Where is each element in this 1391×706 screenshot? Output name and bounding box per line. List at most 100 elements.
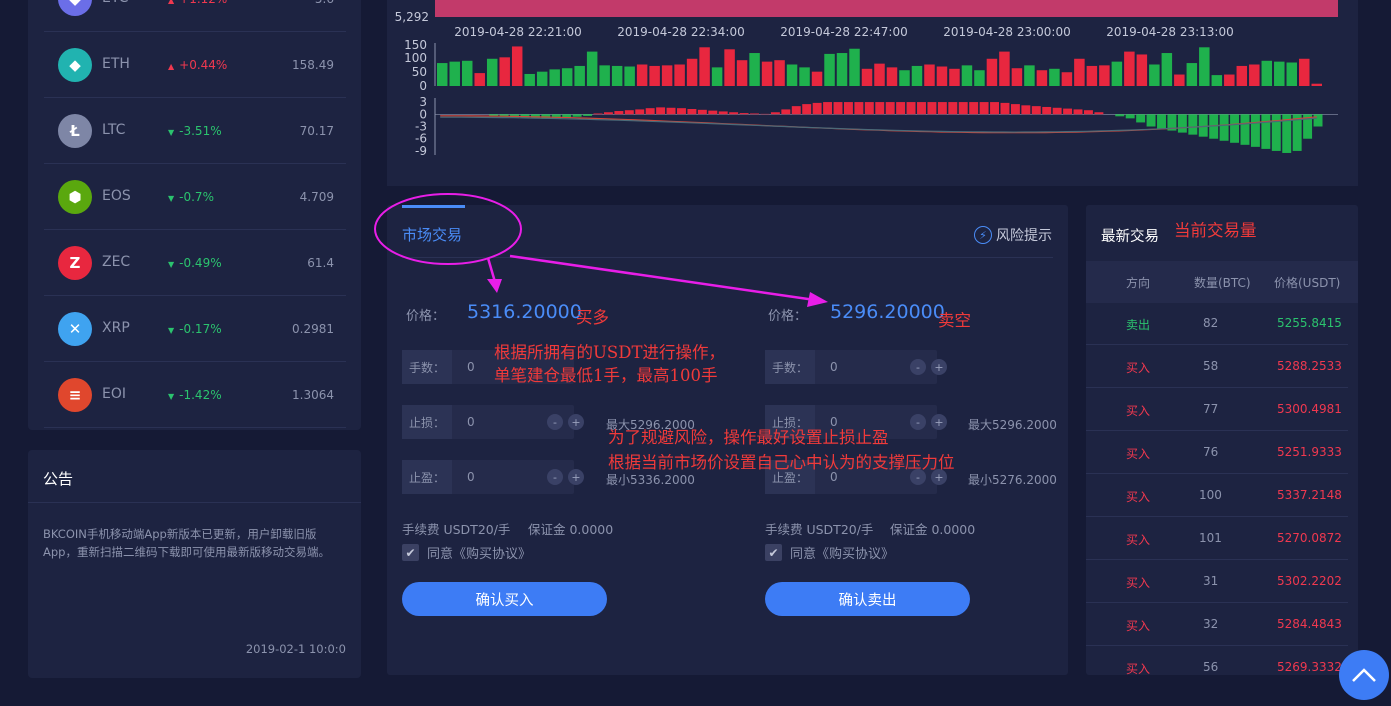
macd-histogram-bar [1146,114,1156,127]
buy-take-profit-input[interactable]: 0 [467,470,475,484]
kline-chart-panel[interactable]: 5,292 2019-04-28 22:21:00 2019-04-28 22:34… [387,0,1358,186]
sell-margin: 保证金 0.0000 [890,522,976,537]
tab-market-trade[interactable]: 市场交易 [402,224,462,245]
coin-name: ZEC [102,254,131,270]
volume-bar [586,51,598,86]
coin-row-ltc[interactable]: Ł LTC ▼ -3.51% 70.17 [44,98,346,164]
trade-direction: 买入 [1126,490,1151,504]
macd-histogram-bar [969,102,979,115]
volume-bar [1011,68,1023,86]
sell-stop-loss-hint: 最大5296.2000 [968,418,1057,432]
plus-button[interactable]: + [931,414,947,430]
macd-histogram-bar [614,111,624,115]
coin-price: 61.4 [307,256,334,270]
trade-row: 买入 101 5270.0872 [1086,517,1348,560]
macd-histogram-bar [927,102,937,115]
buy-stop-loss-input[interactable]: 0 [467,415,475,429]
plus-button[interactable]: + [931,359,947,375]
coin-price: 158.49 [292,58,334,72]
volume-bar [1061,72,1073,86]
trade-row: 买入 56 5269.3332 [1086,646,1348,675]
confirm-sell-button[interactable]: 确认卖出 [765,582,970,616]
eoi-icon: ≡ [58,378,92,412]
take-profit-label: 止盈： [402,460,452,494]
coin-row-xrp[interactable]: ✕ XRP ▼ -0.17% 0.2981 [44,296,346,362]
macd-histogram-bar [1219,114,1229,141]
minus-button[interactable]: - [547,414,563,430]
macd-histogram-bar [624,110,634,115]
chart-canvas[interactable]: 5,292 2019-04-28 22:21:00 2019-04-28 22:34… [387,0,1358,186]
sell-agree[interactable]: ✔ 同意《购买协议》 [765,543,894,562]
triangle-down-icon: ▼ [168,194,175,203]
macd-histogram-bar [677,108,686,115]
coin-row-etc[interactable]: ◆ ETC ▲ +1.12% 5.6 [44,0,346,32]
buy-agree[interactable]: ✔ 同意《购买协议》 [402,543,531,562]
triangle-down-icon: ▼ [168,326,175,335]
tab-underline [402,205,465,208]
notice-text[interactable]: BKCOIN手机移动端App新版本已更新，用户卸载旧版App，重新扫描二维码下载… [43,525,348,561]
macd-histogram-bar [948,102,958,115]
triangle-up-icon: ▲ [168,0,175,5]
volume-bar [1311,83,1322,86]
macd-histogram-bar [1157,114,1166,129]
volume-bar [1224,74,1235,86]
time-axis-label: 2019-04-28 22:47:00 [780,25,907,39]
volume-bar [874,63,885,86]
annotation-risk-note-2: 根据当前市场价设置自己心中认为的支撑压力位 [608,453,955,472]
macd-histogram-bar [1125,114,1135,119]
lots-label: 手数： [402,350,452,384]
minus-button[interactable]: - [910,359,926,375]
volume-bar [437,63,448,86]
coin-row-eth[interactable]: ◆ ETH ▲ +0.44% 158.49 [44,32,346,98]
trade-row: 买入 77 5300.4981 [1086,388,1348,431]
triangle-down-icon: ▼ [168,128,175,137]
volume-bar [1099,65,1110,86]
volume-bar [1299,58,1310,86]
coin-row-eos[interactable]: ⬢ EOS ▼ -0.7% 4.709 [44,164,346,230]
plus-button[interactable]: + [568,414,584,430]
macd-histogram-bar [635,109,645,115]
trade-quantity: 76 [1203,445,1219,459]
triangle-up-icon: ▲ [168,62,175,71]
macd-histogram-bar [750,113,759,115]
trade-row: 买入 32 5284.4843 [1086,603,1348,646]
trade-direction: 买入 [1126,533,1151,547]
volume-bar [886,67,898,86]
macd-histogram-bar [781,109,791,115]
trade-quantity: 58 [1203,359,1219,373]
triangle-down-icon: ▼ [168,260,175,269]
zec-icon: Z [58,246,92,280]
coin-row-eoi[interactable]: ≡ EOI ▼ -1.42% 1.3064 [44,362,346,428]
stop-loss-label: 止损： [402,405,452,439]
sell-lots-input[interactable]: 0 [830,360,838,374]
plus-button[interactable]: + [568,469,584,485]
macd-histogram-bar [656,107,666,115]
risk-tip-link[interactable]: ⚡ 风险提示 [974,225,1052,245]
annotation-sell-short: 卖空 [938,311,971,330]
confirm-buy-button[interactable]: 确认买入 [402,582,607,616]
coin-change-value: -0.17% [179,322,222,336]
macd-histogram-bar [572,114,582,117]
buy-stop-loss-field[interactable]: 止损： 0 - + [402,405,584,439]
checkbox-checked[interactable]: ✔ [402,544,419,561]
macd-histogram-bar [1271,114,1281,151]
macd-histogram-bar [645,108,655,115]
buy-lots-input[interactable]: 0 [467,360,475,374]
checkbox-checked[interactable]: ✔ [765,544,782,561]
coin-row-zec[interactable]: Z ZEC ▼ -0.49% 61.4 [44,230,346,296]
sell-lots-field[interactable]: 手数： 0 - + [765,350,947,384]
volume-bar [936,66,948,86]
buy-take-profit-field[interactable]: 止盈： 0 - + [402,460,584,494]
macd-histogram-bar [1031,106,1041,115]
volume-bar [474,73,485,86]
annotation-volume-note: 当前交易量 [1174,221,1257,240]
minus-button[interactable]: - [547,469,563,485]
chevron-up-icon [1352,668,1376,682]
macd-histogram-bar [1188,114,1198,135]
minus-button[interactable]: - [910,414,926,430]
volume-bar [1249,64,1260,86]
volume-bar [561,68,573,86]
volume-bar [1124,51,1135,86]
scroll-to-top-button[interactable] [1339,650,1389,700]
macd-histogram-bar [1313,114,1323,127]
